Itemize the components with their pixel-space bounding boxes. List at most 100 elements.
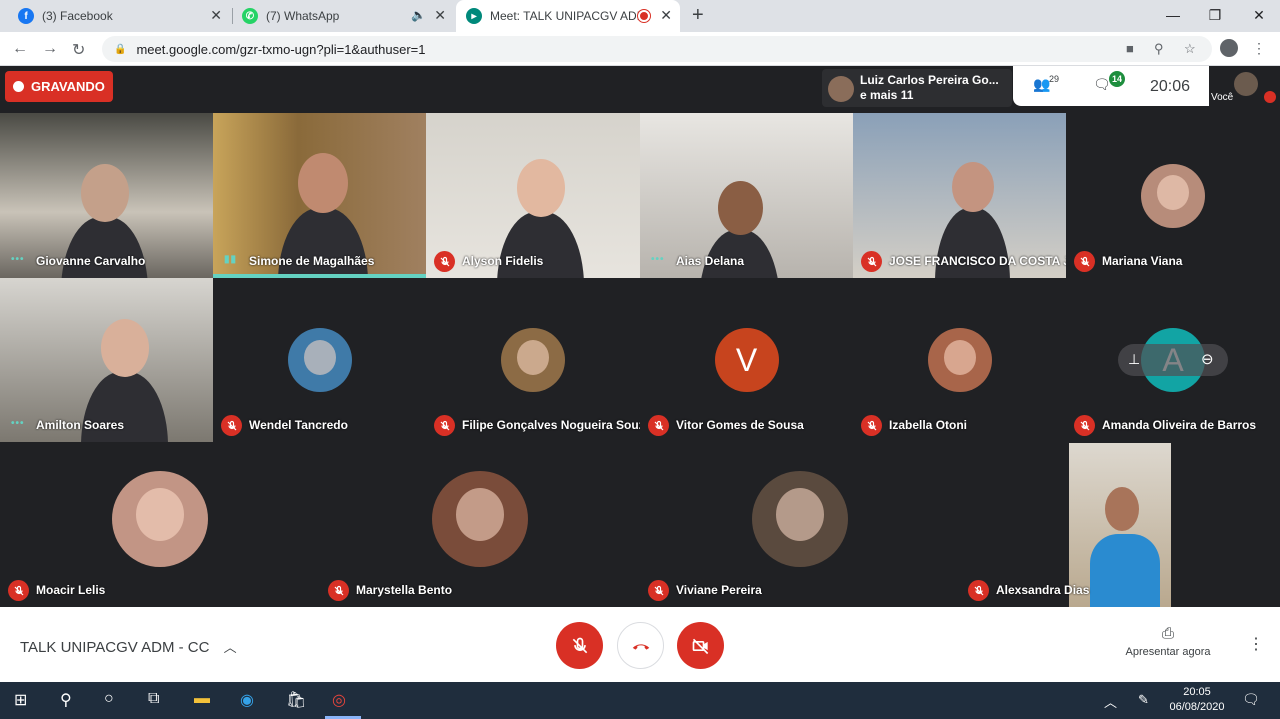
meeting-clock: 20:06: [1150, 78, 1191, 95]
windows-start-icon[interactable]: ⊞: [14, 690, 27, 710]
mic-off-icon: [1074, 415, 1095, 436]
participant-name: Vitor Gomes de Sousa: [676, 418, 804, 432]
participant-name: Simone de Magalhães: [249, 254, 375, 268]
participant-name: Alyson Fidelis: [462, 254, 544, 268]
profile-icon[interactable]: [1220, 39, 1238, 57]
people-icon[interactable]: 👥: [1033, 76, 1050, 93]
tab-facebook[interactable]: f (3) Facebook ✕: [8, 0, 230, 32]
participant-tile[interactable]: Viviane Pereira: [640, 442, 960, 607]
zoom-icon[interactable]: ⚲: [1154, 41, 1164, 57]
participant-tile[interactable]: ••• Giovanne Carvalho: [0, 113, 213, 278]
task-view-icon[interactable]: ⧉: [148, 690, 159, 708]
url-text: meet.google.com/gzr-txmo-ugn?pli=1&authu…: [136, 41, 426, 57]
edge-icon[interactable]: ◉: [240, 690, 254, 710]
close-icon[interactable]: ✕: [210, 7, 222, 24]
participant-name: Filipe Gonçalves Nogueira Souza: [462, 418, 640, 432]
mic-off-icon: [572, 637, 587, 653]
self-preview[interactable]: Você: [1210, 66, 1280, 106]
participant-tile[interactable]: Wendel Tancredo: [213, 278, 426, 442]
taskbar-date: 06/08/2020: [1169, 701, 1225, 713]
participant-tile[interactable]: ••• Amilton Soares: [0, 278, 213, 442]
minimize-icon[interactable]: —: [1150, 0, 1196, 30]
reload-icon[interactable]: ↻: [72, 40, 85, 60]
meeting-title: TALK UNIPACGV ADM - CC: [20, 639, 210, 656]
participant-face: [717, 180, 763, 235]
pen-icon[interactable]: ✎: [1138, 692, 1149, 708]
chat-badge: 14: [1109, 71, 1125, 87]
more-options-icon[interactable]: ⋮: [1248, 634, 1264, 654]
presenter-more: e mais 11: [860, 88, 914, 102]
camera-icon[interactable]: ■: [1126, 41, 1134, 56]
participant-name: Moacir Lelis: [36, 583, 106, 597]
meet-top-bar: GRAVANDO Luiz Carlos Pereira Go... e mai…: [0, 66, 1280, 113]
present-screen-icon: ⎙: [1161, 625, 1174, 642]
window-close-icon[interactable]: ✕: [1236, 0, 1280, 30]
windows-taskbar: ⊞ ⚲ ○ ⧉ ▬ ◉ 🛍 ◎ ︿ ✎ 20:05 06/08/2020 🗨: [0, 682, 1280, 719]
participant-tile[interactable]: Alyson Fidelis: [426, 113, 640, 278]
participant-name: Viviane Pereira: [676, 583, 762, 597]
presenter-chip[interactable]: Luiz Carlos Pereira Go... e mais 11: [822, 69, 1012, 107]
pin-icon[interactable]: ⊥: [1128, 351, 1140, 368]
camera-toggle-button[interactable]: [677, 622, 724, 669]
participant-tile[interactable]: ▮▮ Simone de Magalhães: [213, 113, 426, 278]
notifications-icon[interactable]: 🗨: [1242, 691, 1260, 708]
store-icon[interactable]: 🛍: [286, 690, 306, 710]
participant-face: [81, 164, 129, 222]
tab-meet[interactable]: ▸ Meet: TALK UNIPACGV ADM ✕: [456, 0, 680, 32]
chevron-up-icon[interactable]: ︿: [1104, 692, 1117, 711]
mic-off-icon: [861, 415, 882, 436]
restore-icon[interactable]: ❐: [1192, 0, 1238, 30]
back-icon[interactable]: ←: [12, 40, 28, 58]
camera-off-icon: [692, 638, 708, 654]
avatar: [501, 328, 565, 392]
cortana-icon[interactable]: ○: [104, 690, 114, 708]
participant-face: [1105, 487, 1139, 531]
address-bar-row: ← → ↻ 🔒 meet.google.com/gzr-txmo-ugn?pli…: [0, 32, 1280, 66]
leave-call-button[interactable]: [617, 622, 664, 669]
present-now-button[interactable]: ⎙ Apresentar agora: [1118, 625, 1218, 658]
avatar-initial: V: [735, 341, 758, 378]
participant-tile[interactable]: Moacir Lelis: [0, 442, 320, 607]
remove-icon[interactable]: ⊖: [1201, 350, 1214, 368]
star-icon[interactable]: ☆: [1184, 41, 1196, 57]
participant-name: Giovanne Carvalho: [36, 254, 146, 268]
record-dot-icon: [13, 81, 24, 92]
participant-tile[interactable]: Mariana Viana: [1066, 113, 1280, 278]
search-icon[interactable]: ⚲: [60, 690, 72, 710]
close-icon[interactable]: ✕: [660, 7, 672, 24]
url-field[interactable]: 🔒 meet.google.com/gzr-txmo-ugn?pli=1&aut…: [102, 36, 1212, 62]
mic-toggle-button[interactable]: [556, 622, 603, 669]
mic-off-icon: [1074, 251, 1095, 272]
file-explorer-icon[interactable]: ▬: [194, 690, 210, 708]
speaker-icon[interactable]: 🔈: [411, 8, 426, 22]
participant-name: Amilton Soares: [36, 418, 125, 432]
participant-face: [952, 162, 994, 213]
browser-menu-icon[interactable]: ⋮: [1252, 40, 1266, 57]
avatar: V: [714, 328, 779, 392]
mic-off-icon: [1264, 91, 1276, 103]
meet-bottom-bar: TALK UNIPACGV ADM - CC ︿ ⎙ Apresentar ag…: [0, 607, 1280, 682]
tab-separator: [232, 8, 233, 24]
participant-tile[interactable]: Izabella Otoni: [853, 278, 1066, 442]
participant-face: [517, 159, 565, 217]
chrome-icon[interactable]: ◎: [332, 690, 346, 710]
participant-tile[interactable]: JOSE FRANCISCO DA COSTA J...: [853, 113, 1066, 278]
new-tab-button[interactable]: +: [692, 4, 704, 27]
audio-level-icon: •••: [651, 254, 665, 265]
participant-tile[interactable]: Alexsandra Dias: [960, 442, 1280, 607]
mic-off-icon: [648, 415, 669, 436]
forward-icon[interactable]: →: [42, 40, 58, 58]
close-icon[interactable]: ✕: [434, 7, 446, 24]
tab-whatsapp[interactable]: ✆ (7) WhatsApp 🔈 ✕: [234, 0, 454, 32]
participant-tile[interactable]: Marystella Bento: [320, 442, 640, 607]
participant-tile[interactable]: A⊥⊖Amanda Oliveira de Barros: [1066, 278, 1280, 442]
meet-icon: ▸: [466, 8, 482, 24]
meeting-details-button[interactable]: TALK UNIPACGV ADM - CC ︿: [20, 637, 237, 656]
mic-off-icon: [434, 415, 455, 436]
participant-tile[interactable]: ••• Aias Delana: [640, 113, 853, 278]
mic-off-icon: [221, 415, 242, 436]
participant-name: Aias Delana: [676, 254, 745, 268]
participant-tile[interactable]: Filipe Gonçalves Nogueira Souza: [426, 278, 640, 442]
participant-tile[interactable]: V Vitor Gomes de Sousa: [640, 278, 853, 442]
taskbar-clock[interactable]: 20:05 06/08/2020: [1166, 685, 1228, 715]
